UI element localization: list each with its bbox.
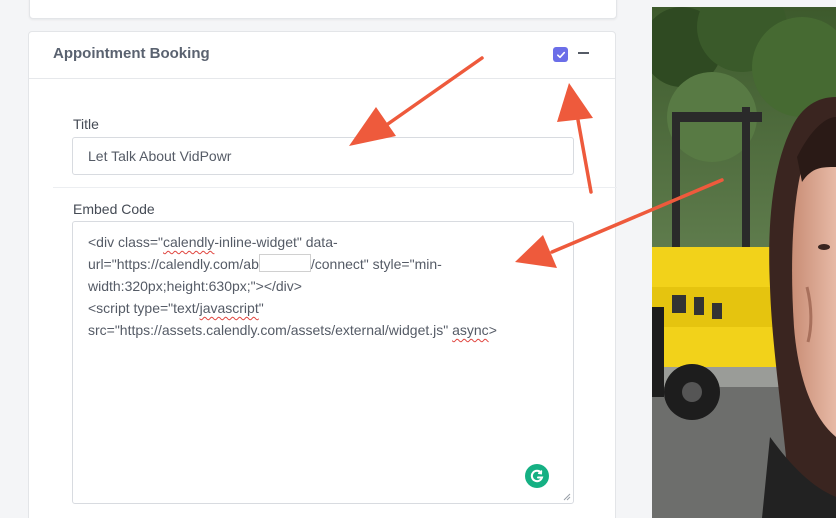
code-line: <div class="calendly-inline-widget" data… (88, 234, 338, 250)
video-preview-image (652, 7, 836, 518)
code-line: src="https://assets.calendly.com/assets/… (88, 322, 497, 338)
divider (53, 187, 617, 188)
card-header: Appointment Booking (29, 32, 615, 79)
card-title: Appointment Booking (53, 45, 210, 62)
grammarly-icon[interactable] (525, 464, 549, 488)
check-icon (556, 51, 565, 58)
embed-code-label: Embed Code (73, 201, 155, 217)
appointment-booking-card: Appointment Booking Title Embed Code <di… (28, 31, 617, 518)
previous-card (29, 0, 617, 19)
minus-icon (578, 52, 589, 54)
enable-checkbox[interactable] (553, 47, 568, 62)
collapse-button[interactable] (577, 44, 591, 60)
embed-code-textarea[interactable]: <div class="calendly-inline-widget" data… (72, 221, 574, 504)
resize-handle-icon[interactable] (563, 493, 571, 501)
title-label: Title (73, 116, 99, 132)
code-line: width:320px;height:630px;"></div> (88, 278, 302, 294)
code-line: <script type="text/javascript" (88, 300, 264, 316)
title-input[interactable] (72, 137, 574, 175)
code-line: url="https://calendly.com/ab/connect" st… (88, 254, 442, 272)
redacted-box (258, 254, 311, 272)
